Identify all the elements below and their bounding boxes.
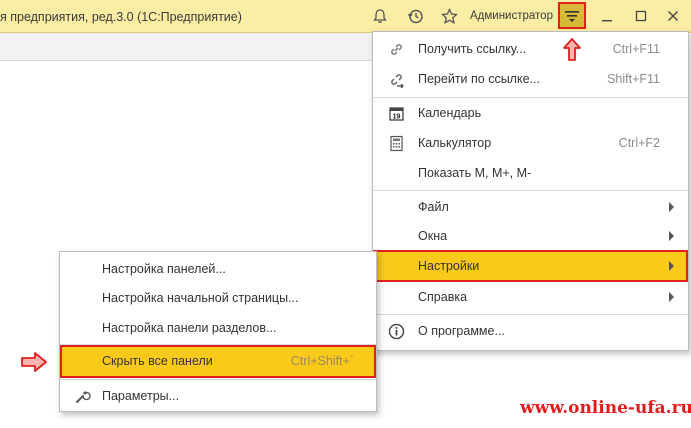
menu-item-label: О программе...	[418, 324, 505, 338]
window-title: я предприятия, ред.3.0 (1С:Предприятие)	[0, 10, 242, 24]
current-user[interactable]: Администратор	[470, 10, 553, 22]
calendar-icon: 19	[388, 105, 405, 122]
submenu-item-home-page-settings[interactable]: Настройка начальной страницы...	[60, 283, 376, 313]
menu-item-help[interactable]: Справка	[373, 282, 688, 312]
menu-separator	[373, 190, 688, 191]
watermark: www.online-ufa.ru	[520, 398, 691, 418]
history-icon[interactable]	[405, 6, 425, 26]
menu-item-get-link[interactable]: Получить ссылку... Ctrl+F11	[373, 34, 688, 64]
title-bar: я предприятия, ред.3.0 (1С:Предприятие) …	[0, 0, 691, 33]
menu-item-about[interactable]: О программе...	[373, 316, 688, 346]
menu-item-label: Перейти по ссылке...	[418, 72, 540, 86]
hamburger-menu-icon	[565, 10, 579, 22]
maximize-icon[interactable]	[631, 6, 651, 26]
menu-item-label: Файл	[418, 200, 449, 214]
wrench-icon	[74, 388, 91, 405]
submenu-item-panel-settings[interactable]: Настройка панелей...	[60, 254, 376, 284]
menu-item-windows[interactable]: Окна	[373, 221, 688, 251]
menu-item-settings[interactable]: Настройки	[373, 250, 688, 282]
bell-icon[interactable]	[370, 6, 390, 26]
submenu-item-parameters[interactable]: Параметры...	[60, 381, 376, 411]
menu-item-label: Настройка начальной страницы...	[102, 291, 299, 305]
submenu-arrow-icon	[669, 202, 674, 212]
submenu-arrow-icon	[669, 231, 674, 241]
menu-item-label: Калькулятор	[418, 136, 492, 150]
menu-item-label: Получить ссылку...	[418, 42, 527, 56]
menu-item-label: Скрыть все панели	[102, 354, 213, 368]
submenu-item-sections-panel-settings[interactable]: Настройка панели разделов...	[60, 313, 376, 343]
minimize-icon[interactable]	[597, 6, 617, 26]
menu-item-label: Окна	[418, 229, 448, 243]
menu-item-show-memory[interactable]: Показать M, M+, M-	[373, 158, 688, 188]
calculator-icon	[388, 135, 405, 152]
menu-item-label: Настройки	[418, 259, 480, 273]
submenu-arrow-icon	[669, 292, 674, 302]
submenu-arrow-icon	[669, 261, 674, 271]
star-icon[interactable]	[439, 6, 459, 26]
menu-item-label: Настройка панелей...	[102, 262, 226, 276]
menu-item-label: Справка	[418, 290, 468, 304]
menu-item-shortcut: Shift+F11	[607, 72, 660, 86]
menu-item-goto-link[interactable]: Перейти по ссылке... Shift+F11	[373, 64, 688, 94]
main-menu-button[interactable]	[558, 2, 586, 29]
menu-item-shortcut: Ctrl+F11	[612, 42, 660, 56]
menu-item-file[interactable]: Файл	[373, 192, 688, 222]
menu-item-shortcut: Ctrl+Shift+`	[290, 354, 354, 368]
menu-item-shortcut: Ctrl+F2	[618, 136, 660, 150]
submenu-item-hide-all-panels[interactable]: Скрыть все панели Ctrl+Shift+`	[60, 345, 376, 378]
goto-link-icon	[388, 71, 405, 89]
annotation-arrow-right-icon	[21, 352, 47, 372]
panel-toolbar	[0, 33, 372, 61]
link-icon	[388, 41, 405, 58]
menu-item-label: Календарь	[418, 106, 482, 120]
close-icon[interactable]	[663, 6, 683, 26]
menu-item-label: Параметры...	[102, 389, 180, 403]
menu-item-calendar[interactable]: 19 Календарь	[373, 98, 688, 128]
main-menu-dropdown: Получить ссылку... Ctrl+F11 Перейти по с…	[372, 31, 689, 351]
calendar-icon-number: 19	[393, 114, 401, 121]
annotation-arrow-up-icon	[563, 38, 581, 61]
settings-submenu: Настройка панелей... Настройка начальной…	[59, 251, 377, 412]
menu-item-calculator[interactable]: Калькулятор Ctrl+F2	[373, 128, 688, 158]
menu-separator	[60, 379, 376, 380]
menu-item-label: Показать M, M+, M-	[418, 166, 532, 180]
menu-item-label: Настройка панели разделов...	[102, 321, 277, 335]
menu-separator	[373, 314, 688, 315]
info-icon	[388, 323, 405, 340]
